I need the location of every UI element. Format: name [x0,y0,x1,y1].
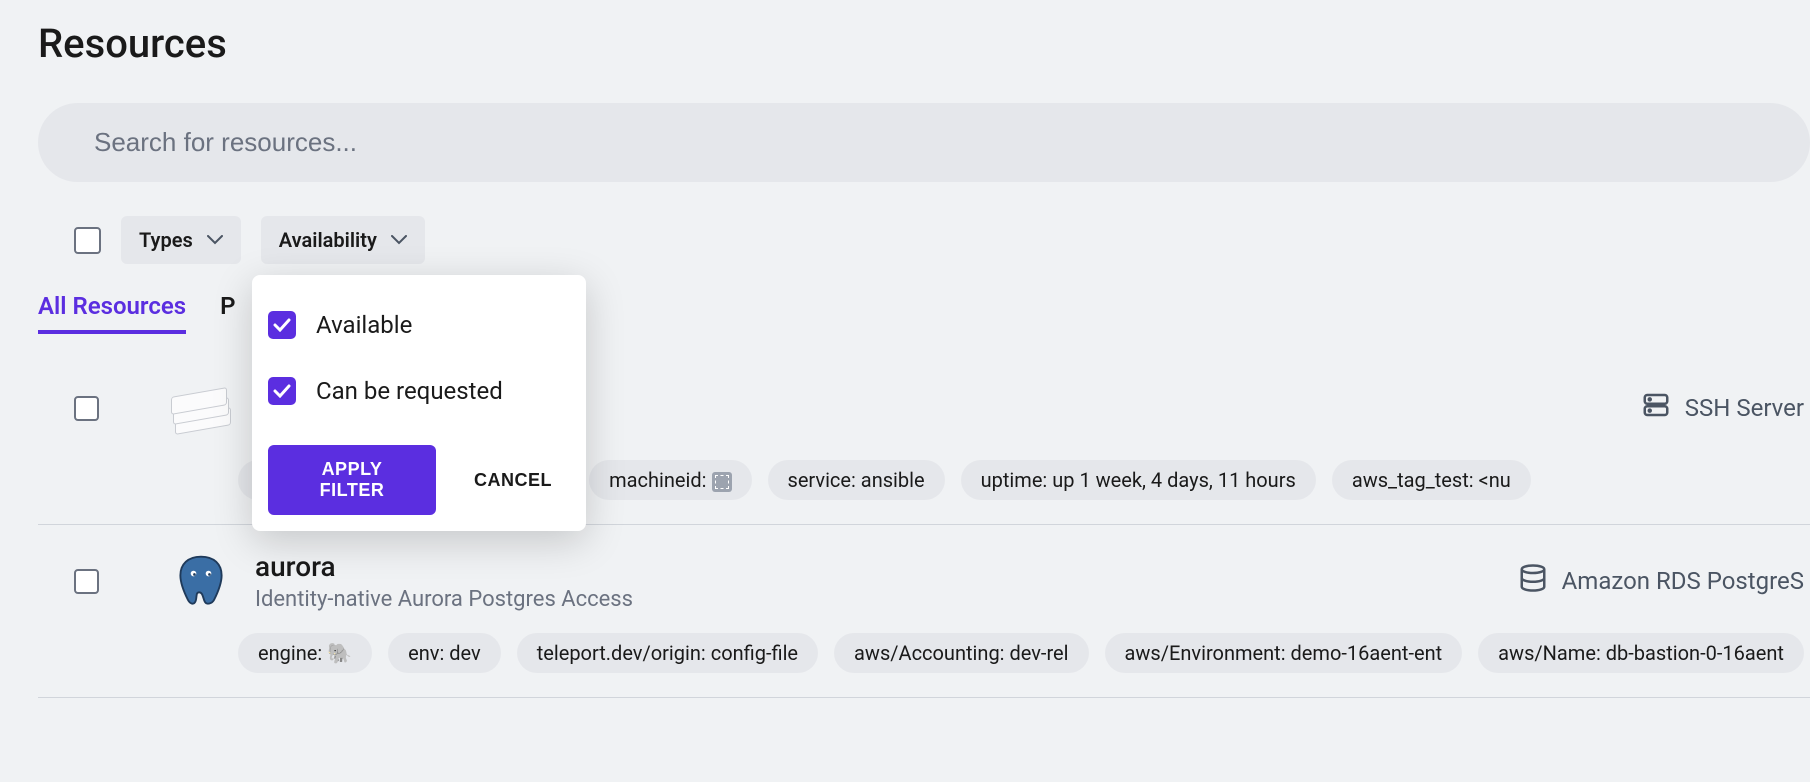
search-input[interactable] [94,127,1754,158]
tag[interactable]: machineid: [589,460,751,500]
page-title: Resources [38,20,1810,67]
select-all-checkbox[interactable] [74,227,101,254]
availability-dropdown[interactable]: Availability [261,216,425,264]
tab-all-resources[interactable]: All Resources [38,292,186,334]
tag[interactable]: aws/Environment: demo-16aent-ent [1105,633,1463,673]
tag[interactable]: engine: 🐘 [238,633,372,673]
availability-dropdown-label: Availability [279,228,377,252]
option-label: Can be requested [316,377,503,405]
tab-pinned[interactable]: P [220,292,235,334]
resource-type-label: SSH Server [1685,394,1804,422]
resource-type-label: Amazon RDS PostgreS [1562,567,1804,595]
option-label: Available [316,311,412,339]
resource-name: aurora [255,550,633,583]
tag[interactable]: service: ansible [768,460,945,500]
resource-type: Amazon RDS PostgreS [1518,563,1810,599]
types-dropdown-label: Types [139,228,193,252]
search-bar[interactable] [38,103,1810,182]
availability-popover: Available Can be requested APPLY FILTER … [252,275,586,531]
chevron-down-icon [207,235,223,245]
tag[interactable]: aws/Name: db-bastion-0-16aent [1478,633,1804,673]
availability-option-available[interactable]: Available [268,299,570,351]
resource-row: aurora Identity-native Aurora Postgres A… [38,525,1810,698]
tag[interactable]: teleport.dev/origin: config-file [517,633,818,673]
database-icon [1518,563,1548,599]
tag-list: engine: 🐘 env: dev teleport.dev/origin: … [238,633,1810,673]
tag[interactable]: aws_tag_test: <nu [1332,460,1531,500]
apply-filter-button[interactable]: APPLY FILTER [268,445,436,515]
postgres-icon [169,549,233,613]
chevron-down-icon [391,235,407,245]
cancel-button[interactable]: CANCEL [456,456,570,505]
resource-type: SSH Server [1641,390,1810,426]
tag[interactable]: uptime: up 1 week, 4 days, 11 hours [961,460,1316,500]
server-icon [169,376,233,440]
resource-description: Identity-native Aurora Postgres Access [255,587,633,612]
types-dropdown[interactable]: Types [121,216,241,264]
row-checkbox[interactable] [74,396,99,421]
tag[interactable]: env: dev [388,633,501,673]
filter-bar: Types Availability [74,216,1810,264]
checkbox-checked-icon[interactable] [268,377,296,405]
row-checkbox[interactable] [74,569,99,594]
tag[interactable]: aws/Accounting: dev-rel [834,633,1088,673]
availability-option-can-be-requested[interactable]: Can be requested [268,365,570,417]
server-type-icon [1641,390,1671,426]
machineid-icon [712,472,732,492]
checkbox-checked-icon[interactable] [268,311,296,339]
